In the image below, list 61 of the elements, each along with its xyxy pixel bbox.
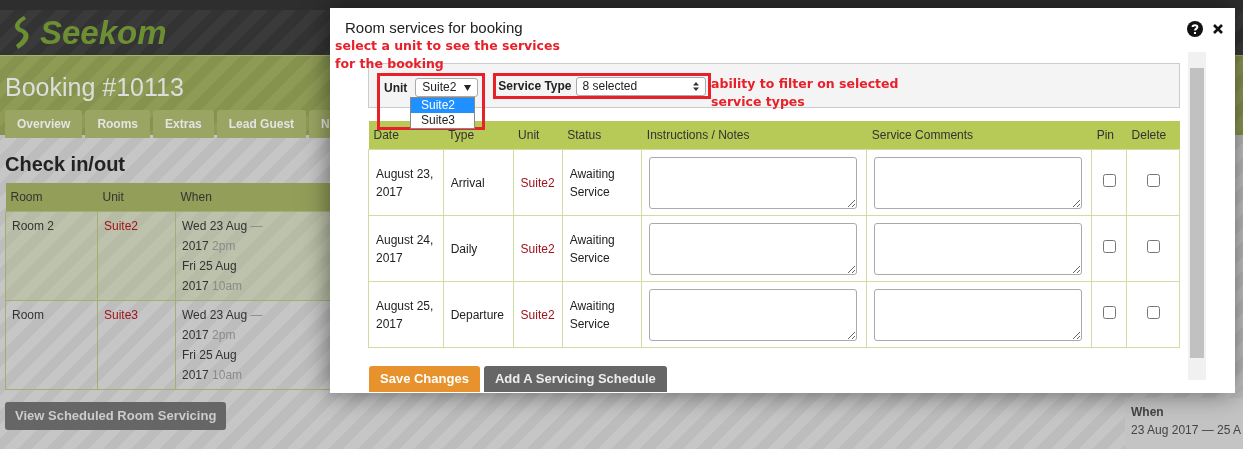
table-cell: Awaiting Service bbox=[562, 281, 642, 348]
delete-checkbox[interactable] bbox=[1146, 239, 1160, 253]
delete-checkbox[interactable] bbox=[1146, 305, 1160, 319]
notes-field[interactable] bbox=[649, 288, 858, 341]
table-cell: Room bbox=[5, 300, 98, 390]
nav-tab[interactable]: Lead Guest bbox=[216, 110, 307, 138]
notes-field[interactable] bbox=[649, 222, 858, 275]
service-type-select[interactable]: 8 selected bbox=[575, 76, 706, 96]
column-header: Pin bbox=[1091, 121, 1127, 150]
nav-tab[interactable]: Extras bbox=[153, 110, 214, 138]
caret-icon bbox=[464, 84, 472, 91]
column-header: Unit bbox=[97, 183, 176, 212]
nav-tab[interactable]: Overview bbox=[5, 110, 83, 138]
column-header: Delete bbox=[1126, 121, 1180, 150]
delete-checkbox[interactable] bbox=[1146, 173, 1160, 187]
help-icon[interactable] bbox=[1187, 21, 1203, 37]
add-schedule-button[interactable]: Add A Servicing Schedule bbox=[483, 366, 667, 392]
annotation-text: ability to filter on selected service types bbox=[711, 75, 900, 111]
table-cell: Suite2 bbox=[97, 211, 176, 301]
table-cell: Suite2 bbox=[513, 215, 563, 282]
table-cell: Awaiting Service bbox=[562, 215, 642, 282]
table-cell: August 23, 2017 bbox=[368, 149, 444, 216]
sort-arrows-icon bbox=[692, 81, 699, 91]
unit-select[interactable]: Suite2 bbox=[415, 78, 479, 97]
column-header: Room bbox=[5, 183, 98, 212]
panel-label: When bbox=[1131, 404, 1165, 421]
table-cell: Awaiting Service bbox=[562, 149, 642, 216]
column-header: Service Comments bbox=[866, 121, 1092, 150]
nav-tab[interactable]: Rooms bbox=[85, 110, 151, 138]
table-cell: Room 2 bbox=[5, 211, 98, 301]
scrollbar-thumb[interactable] bbox=[1190, 68, 1204, 358]
table-cell: Daily bbox=[443, 215, 514, 282]
pin-checkbox[interactable] bbox=[1102, 239, 1116, 253]
comments-field[interactable] bbox=[874, 222, 1083, 275]
table-cell: Suite3 bbox=[97, 300, 176, 390]
field-label: Service Type bbox=[498, 78, 572, 95]
comments-field[interactable] bbox=[874, 156, 1083, 209]
pin-checkbox[interactable] bbox=[1102, 305, 1116, 319]
page-heading: Booking #10113 bbox=[5, 72, 184, 102]
section-title: Check in/out bbox=[5, 152, 125, 176]
annotation-text: select a unit to see the services for the booking bbox=[335, 37, 560, 73]
view-servicing-button[interactable]: View Scheduled Room Servicing bbox=[5, 402, 227, 430]
modal-title: Room services for booking bbox=[344, 18, 523, 37]
table-cell: Suite2 bbox=[513, 149, 563, 216]
scrollbar[interactable] bbox=[1188, 52, 1206, 380]
table-cell: Suite2 bbox=[513, 281, 563, 348]
column-header: Status bbox=[562, 121, 642, 150]
save-button[interactable]: Save Changes bbox=[369, 366, 480, 392]
table-cell: Arrival bbox=[443, 149, 514, 216]
column-header: Unit bbox=[513, 121, 563, 150]
field-label: Unit bbox=[384, 79, 408, 97]
logo-text: Seekom bbox=[40, 13, 167, 53]
dropdown-option[interactable]: Suite2 bbox=[411, 98, 474, 113]
table-cell: August 24, 2017 bbox=[368, 215, 444, 282]
table-cell: Departure bbox=[443, 281, 514, 348]
pin-checkbox[interactable] bbox=[1102, 173, 1116, 187]
comments-field[interactable] bbox=[874, 288, 1083, 341]
close-icon[interactable] bbox=[1213, 24, 1223, 34]
column-header: Instructions / Notes bbox=[641, 121, 867, 150]
table-cell: August 25, 2017 bbox=[368, 281, 444, 348]
notes-field[interactable] bbox=[649, 156, 858, 209]
